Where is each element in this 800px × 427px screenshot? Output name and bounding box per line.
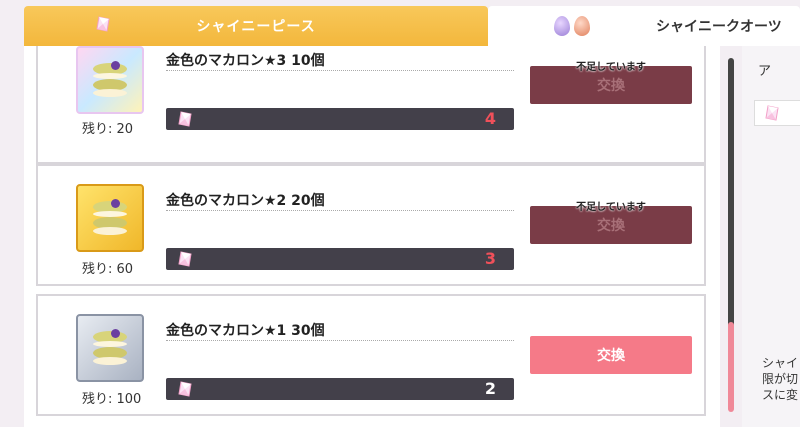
tab-bar: シャイニーピース シャイニークオーツ [0,0,800,46]
item-name: 金色のマカロン★1 30個 [166,323,325,339]
purple-quartz-icon [554,16,570,36]
divider [166,70,514,71]
orange-quartz-icon [574,16,590,36]
cost-bar: 4 [166,108,514,130]
shiny-piece-icon [176,111,194,127]
divider [166,340,514,341]
shiny-piece-icon [176,381,194,397]
cost-value: 2 [484,379,496,398]
cost-bar: 3 [166,248,514,270]
side-title: ア [758,64,772,79]
owned-piece-box [754,100,800,126]
remaining-count: 残り: 100 [82,392,142,407]
exchange-item-card: 残り: 100 金色のマカロン★1 30個 2 交換 [36,294,706,416]
gold-macaron-3star-icon [76,46,144,114]
tab-shiny-piece-label: シャイニーピース [196,19,316,35]
shiny-piece-icon [94,16,112,32]
insufficient-label: 不足しています [576,202,646,213]
side-note-line: シャイ [762,356,799,370]
exchange-item-card: 残り: 60 金色のマカロン★2 20個 3 交換 不足しています [36,164,706,286]
item-name: 金色のマカロン★2 20個 [166,193,325,209]
shiny-piece-icon [176,251,194,267]
tab-shiny-piece[interactable]: シャイニーピース [24,6,488,46]
shiny-piece-icon [763,105,781,121]
insufficient-label: 不足しています [576,62,646,73]
remaining-count: 残り: 20 [82,122,134,137]
tab-shiny-quartz-label: シャイニークオーツ [656,19,782,35]
exchange-item-card: 残り: 20 金色のマカロン★3 10個 4 交換 不足しています [36,46,706,164]
cost-value: 4 [484,109,496,128]
remaining-count: 残り: 60 [82,262,134,277]
scrollbar-thumb[interactable] [728,322,734,412]
cost-bar: 2 [166,378,514,400]
side-note-line: 限が切 [762,372,799,386]
side-note-line: スに変 [762,388,799,402]
side-info-panel: ア シャイ 限が切 スに変 [742,46,800,427]
tab-shiny-quartz[interactable]: シャイニークオーツ [488,6,800,46]
shiny-quartz-icon [554,16,590,36]
gold-macaron-2star-icon [76,184,144,252]
divider [166,210,514,211]
item-name: 金色のマカロン★3 10個 [166,53,325,69]
exchange-button[interactable]: 交換 [530,336,692,374]
gold-macaron-1star-icon [76,314,144,382]
cost-value: 3 [484,249,496,268]
exchange-list-panel: 残り: 20 金色のマカロン★3 10個 4 交換 不足しています 残り: 60… [24,46,720,427]
